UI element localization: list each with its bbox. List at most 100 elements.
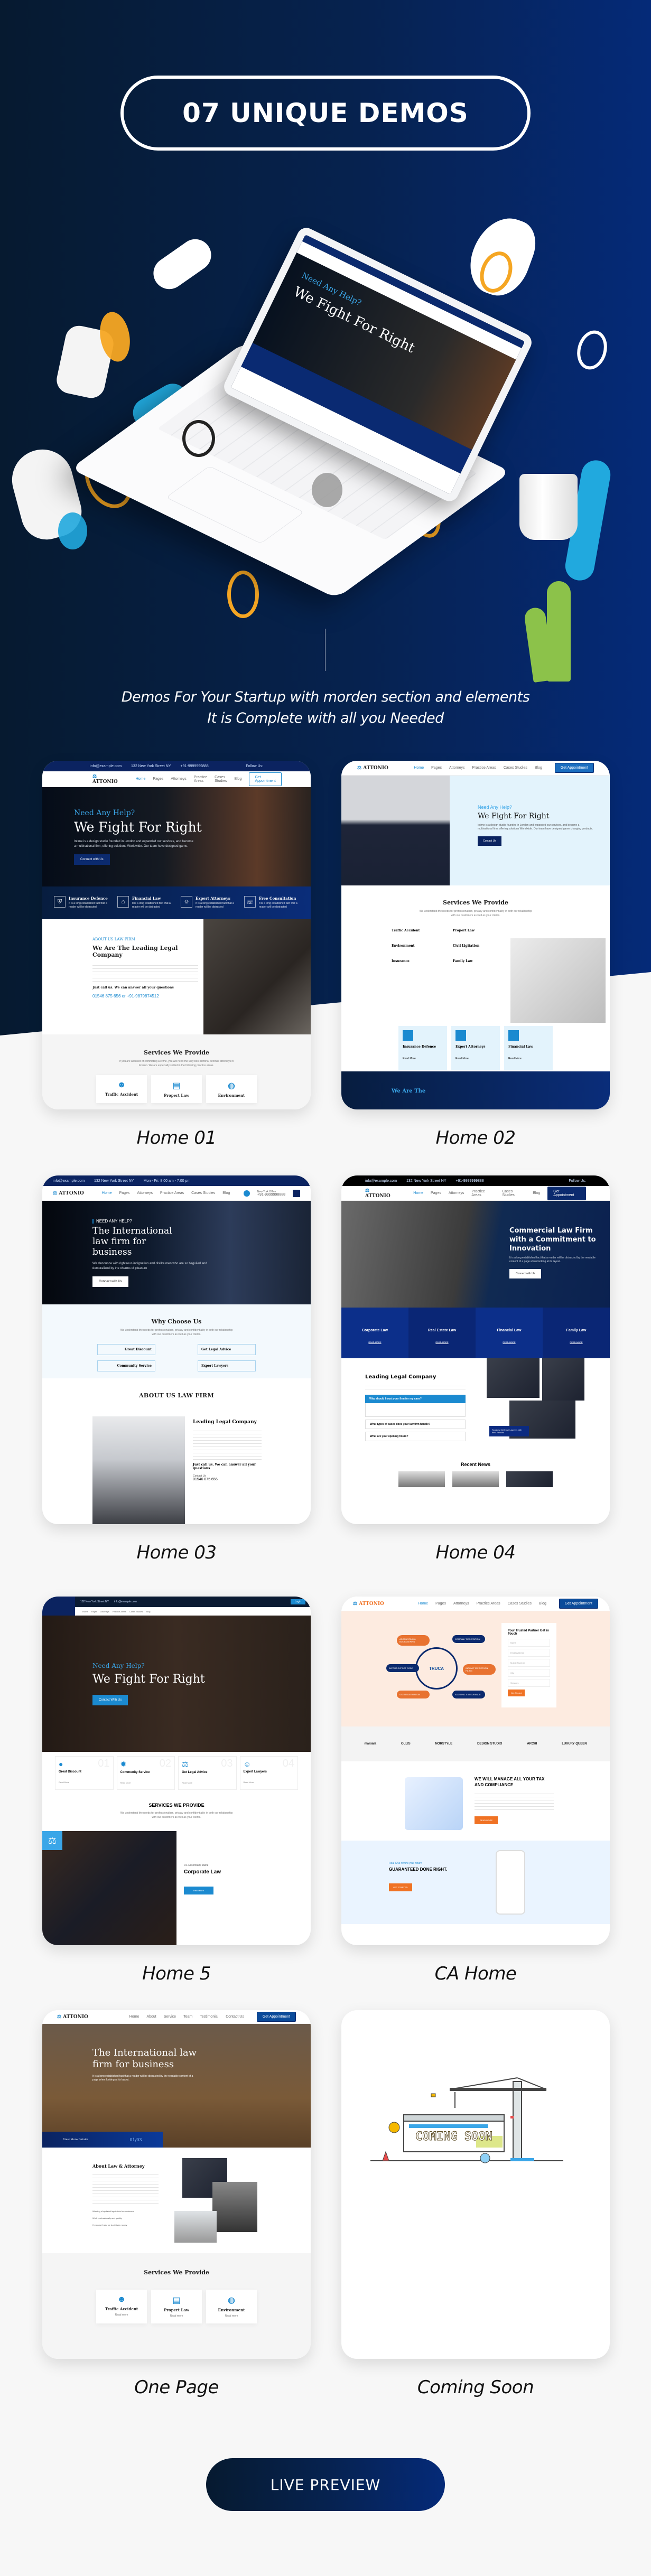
- demo-thumbnail[interactable]: COMING SOON: [341, 2010, 610, 2359]
- why-item: Great Discount: [97, 1344, 155, 1355]
- hero-cta: Contact Us: [478, 836, 501, 846]
- document-icon: ▤: [172, 1081, 181, 1090]
- demo-home-04[interactable]: info@example.com 132 New York Street NY …: [341, 1175, 610, 1563]
- demo-ca-home[interactable]: ATTONIO Home Pages Attorneys Practice Ar…: [341, 1597, 610, 1984]
- demo-label[interactable]: Home 04: [341, 1542, 610, 1563]
- hero-cta: Connect with Us: [92, 1276, 128, 1287]
- decor-orange-ring: [227, 571, 259, 618]
- phone-mockup: [496, 1850, 525, 1915]
- feature-title: Corporate Law: [361, 1329, 388, 1332]
- topbar-email: info@example.com: [114, 1600, 137, 1603]
- demo-label[interactable]: Home 01: [42, 1127, 311, 1149]
- cactus-plant: [552, 634, 568, 682]
- logo: ATTONIO: [353, 1601, 384, 1607]
- hero-cta: Connect with Us: [74, 854, 110, 865]
- services-title: Services We Provide: [144, 1049, 209, 1056]
- demo-label[interactable]: Home 5: [42, 1963, 311, 1984]
- topbar-phone: +91-9999999888: [180, 764, 209, 768]
- service-link: Read more: [170, 2314, 183, 2318]
- feature-link: Read More: [182, 1781, 192, 1784]
- form-title: Your Trusted Partner Get in Touch: [508, 1629, 549, 1636]
- demo-label[interactable]: One Page: [42, 2377, 311, 2398]
- feature-link: Read More: [243, 1781, 254, 1784]
- brand-logo: DESIGN STUDIO: [477, 1742, 503, 1746]
- demo-home-02[interactable]: ATTONIO Home Pages Attorneys Practice Ar…: [341, 761, 610, 1149]
- badge: Toughest Defense Lawyers with Best Resul…: [489, 1426, 529, 1436]
- card-title: Financial Law: [508, 1045, 533, 1049]
- hero-cta: Connect with Us: [509, 1269, 542, 1278]
- feature-link: Read More: [59, 1781, 69, 1784]
- topbar-follow: Follow Us:: [569, 1179, 586, 1183]
- section-title: 07 UNIQUE DEMOS: [182, 98, 469, 128]
- appointment-button: Get Appointment: [256, 2012, 296, 2022]
- tagline-line-1: Demos For Your Startup with morden secti…: [121, 689, 530, 705]
- feature-title: Insurance Defence: [69, 896, 108, 901]
- demo-coming-soon[interactable]: COMING SOON Coming Soon: [341, 2010, 610, 2398]
- demo-thumbnail[interactable]: info@example.com 132 New York Street NY …: [42, 761, 311, 1109]
- nav-blog: Blog: [533, 1191, 541, 1195]
- demo-thumbnail[interactable]: info@example.com 132 New York Street NY …: [341, 1175, 610, 1524]
- diagram-item: INCOME TAX RETURN FILING: [463, 1664, 496, 1675]
- topbar-email: info@example.com: [365, 1179, 397, 1183]
- hero-text: We denounce with righteous indignation a…: [92, 1262, 207, 1270]
- guarantee-cta: GET STARTED: [389, 1883, 412, 1891]
- demo-thumbnail[interactable]: ATTONIO Home Pages Attorneys Practice Ar…: [341, 761, 610, 1109]
- decor-white-blob: [147, 233, 218, 295]
- slide-counter: 01/03: [129, 2137, 142, 2142]
- feature-title: Financial Law: [132, 896, 161, 901]
- why-item: Community Service: [97, 1360, 155, 1371]
- hero-kicker: Need Any Help?: [92, 1662, 145, 1669]
- nav-practice: Practice Areas: [112, 1610, 126, 1613]
- demo-thumbnail[interactable]: ATTONIO Home Pages Attorneys Practice Ar…: [341, 1597, 610, 1945]
- divider-line: [325, 629, 326, 671]
- hero-kicker: Need Any Help?: [74, 809, 135, 817]
- view-more-link: View More Details: [63, 2138, 88, 2141]
- feature-title: Expert Lawyers: [243, 1770, 267, 1774]
- feature-desc: It is a long established fact that a rea…: [132, 902, 171, 909]
- feature-title: Great Discount: [59, 1770, 82, 1774]
- demo-thumbnail[interactable]: info@example.com 132 New York Street NY …: [42, 1175, 311, 1524]
- logo: ATTONIO: [357, 766, 388, 771]
- diagram-item: GST REGISTRATION: [397, 1691, 430, 1698]
- logo: ATTONIO: [57, 2014, 88, 2020]
- demo-label[interactable]: Home 02: [341, 1127, 610, 1149]
- tax-illustration: [405, 1777, 463, 1830]
- service-title: Traffic Accident: [105, 2307, 138, 2311]
- demo-label[interactable]: CA Home: [341, 1963, 610, 1984]
- demo-home-01[interactable]: info@example.com 132 New York Street NY …: [42, 761, 311, 1149]
- demo-thumbnail[interactable]: ATTONIO Home About Service Team Testimon…: [42, 2010, 311, 2359]
- demo-home-03[interactable]: info@example.com 132 New York Street NY …: [42, 1175, 311, 1563]
- hero-title: The International law firm for business: [92, 1225, 172, 1257]
- nav-home: Home: [82, 1610, 88, 1613]
- login-button: Login: [290, 1599, 305, 1604]
- feature-number: 01: [98, 1758, 110, 1769]
- hero-title: Commercial Law Firm with a Commitment to…: [509, 1227, 596, 1253]
- service-title: Family Law: [453, 959, 473, 963]
- demo-label[interactable]: Coming Soon: [341, 2377, 610, 2398]
- about-point: Warning of updated legal risks for custo…: [92, 2210, 134, 2213]
- nav-cases: Cases Studies: [129, 1610, 143, 1613]
- faq-item: What are your opening hours?: [365, 1432, 466, 1441]
- services-sub: We understand the needs for professional…: [120, 1812, 233, 1819]
- why-item: Get Legal Advice: [198, 1344, 256, 1355]
- decor-black-ring: [182, 420, 215, 457]
- document-icon: ▤: [172, 2296, 181, 2305]
- demo-thumbnail[interactable]: 132 New York Street NY info@example.com …: [42, 1597, 311, 1945]
- about-point: Work professionally and quickly: [92, 2217, 122, 2219]
- user-icon: [293, 1189, 300, 1197]
- decor-gray-blob: [312, 473, 342, 507]
- nav-about: About: [146, 2015, 156, 2019]
- service-link: Read more: [115, 2313, 128, 2317]
- nav-attorneys: Attorneys: [137, 1191, 153, 1195]
- service-title: Traffic Accident: [392, 929, 420, 932]
- demo-label[interactable]: Home 03: [42, 1542, 311, 1563]
- nav-practice: Practice Areas: [472, 766, 496, 770]
- about-title: We Are The Leading Legal Company: [92, 945, 178, 958]
- nav-home: Home: [413, 1191, 423, 1195]
- office-phone: +91-9999998888: [257, 1192, 285, 1197]
- demo-one-page[interactable]: ATTONIO Home About Service Team Testimon…: [42, 2010, 311, 2398]
- service-title: Insurance: [392, 959, 410, 963]
- demo-home-05[interactable]: 132 New York Street NY info@example.com …: [42, 1597, 311, 1984]
- hero-title: The International law firm for business: [92, 2047, 197, 2070]
- live-preview-button[interactable]: LIVE PREVIEW: [206, 2458, 445, 2511]
